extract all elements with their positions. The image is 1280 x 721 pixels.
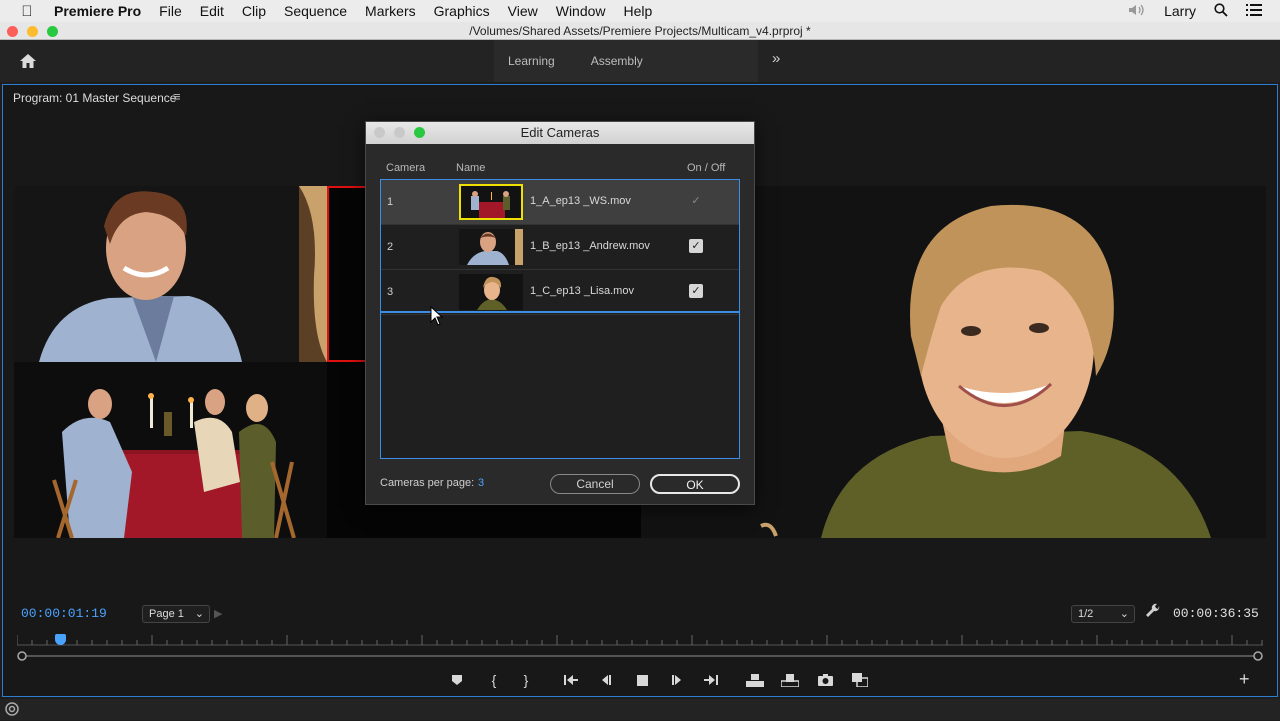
mouse-cursor: [430, 305, 444, 331]
mark-in-icon[interactable]: {: [482, 669, 506, 691]
workspace-tabs: Learning Assembly: [494, 40, 758, 82]
camera-enabled-checkbox[interactable]: ✓: [689, 239, 703, 253]
minimize-window-button[interactable]: [27, 26, 38, 37]
menu-app-name[interactable]: Premiere Pro: [54, 3, 141, 19]
camera-thumbnail: [459, 274, 523, 310]
window-title: /Volumes/Shared Assets/Premiere Projects…: [469, 24, 811, 38]
current-timecode[interactable]: 00:00:01:19: [21, 606, 107, 621]
resolution-select[interactable]: 1/2 ⌄: [1071, 605, 1135, 623]
camera-row[interactable]: 2 1_B_ep13 _Andrew.mov ✓: [381, 225, 739, 270]
menu-window[interactable]: Window: [556, 3, 606, 19]
column-header-name: Name: [456, 162, 486, 174]
camera-enabled-checkbox[interactable]: ✓: [689, 194, 703, 208]
camera-preview-wide[interactable]: [14, 362, 327, 538]
ok-button[interactable]: OK: [650, 474, 740, 494]
dialog-minimize-button[interactable]: [394, 127, 405, 138]
dialog-close-button[interactable]: [374, 127, 385, 138]
camera-thumbnail: [459, 184, 523, 220]
status-bar: [0, 699, 1280, 720]
panel-title: Program: 01 Master Sequence: [13, 91, 177, 105]
close-window-button[interactable]: [7, 26, 18, 37]
playhead[interactable]: [55, 634, 66, 645]
camera-enabled-checkbox[interactable]: ✓: [689, 284, 703, 298]
home-icon[interactable]: [18, 51, 38, 71]
dialog-zoom-button[interactable]: [414, 127, 425, 138]
wrench-icon[interactable]: [1145, 603, 1161, 623]
marker-icon[interactable]: [445, 669, 469, 691]
menu-icon[interactable]: ≡: [173, 89, 181, 104]
menu-edit[interactable]: Edit: [200, 3, 224, 19]
stop-icon[interactable]: [630, 669, 654, 691]
list-icon[interactable]: [1246, 3, 1262, 19]
volume-icon[interactable]: [1128, 3, 1146, 20]
step-back-icon[interactable]: [594, 669, 618, 691]
apple-icon[interactable]: : [0, 3, 54, 20]
user-name[interactable]: Larry: [1164, 3, 1196, 19]
step-forward-icon[interactable]: [665, 669, 689, 691]
camera-row[interactable]: 1 1_A_ep13 _WS.mov ✓: [381, 180, 739, 225]
cameras-per-page-value[interactable]: 3: [478, 477, 484, 489]
chevron-double-right-icon[interactable]: »: [772, 50, 780, 67]
camera-icon[interactable]: [813, 669, 837, 691]
transport-controls: { }: [3, 669, 1279, 691]
column-header-camera: Camera: [386, 162, 426, 174]
camera-number: 2: [387, 241, 394, 253]
page-forward-icon[interactable]: ▶: [214, 607, 222, 620]
add-icon[interactable]: +: [1239, 669, 1250, 690]
zoom-window-button[interactable]: [47, 26, 58, 37]
insert-icon[interactable]: [743, 669, 767, 691]
cameras-per-page-label: Cameras per page:: [380, 477, 475, 489]
column-header-on-off: On / Off: [687, 162, 726, 174]
chevron-down-icon: ⌄: [194, 608, 204, 620]
camera-number: 1: [387, 196, 394, 208]
camera-number: 3: [387, 286, 394, 298]
menu-help[interactable]: Help: [624, 3, 653, 19]
camera-clip-name: 1_A_ep13 _WS.mov: [530, 195, 631, 207]
menu-bar:  Premiere Pro File Edit Clip Sequence M…: [0, 0, 1280, 22]
menu-graphics[interactable]: Graphics: [434, 3, 490, 19]
camera-clip-name: 1_C_ep13 _Lisa.mov: [530, 285, 634, 297]
camera-clip-name: 1_B_ep13 _Andrew.mov: [530, 240, 650, 252]
dialog-title: Edit Cameras: [520, 125, 600, 140]
overwrite-icon[interactable]: [778, 669, 802, 691]
menu-sequence[interactable]: Sequence: [284, 3, 347, 19]
zoom-scroll-bar[interactable]: [17, 651, 1263, 661]
go-to-out-icon[interactable]: [699, 669, 723, 691]
search-icon[interactable]: [1214, 2, 1228, 20]
dialog-title-bar[interactable]: Edit Cameras: [366, 122, 754, 144]
multicam-icon[interactable]: [848, 669, 872, 691]
edit-cameras-dialog: Edit Cameras Camera Name On / Off 1 1_A_…: [365, 121, 755, 505]
tab-assembly[interactable]: Assembly: [591, 54, 643, 68]
window-title-bar: /Volumes/Shared Assets/Premiere Projects…: [0, 22, 1280, 40]
page-select[interactable]: Page 1 ⌄: [142, 605, 210, 623]
camera-preview-andrew[interactable]: [14, 186, 327, 362]
menu-markers[interactable]: Markers: [365, 3, 416, 19]
go-to-in-icon[interactable]: [559, 669, 583, 691]
time-ruler[interactable]: [17, 634, 1263, 646]
cancel-button[interactable]: Cancel: [550, 474, 640, 494]
mark-out-icon[interactable]: }: [514, 669, 538, 691]
menu-file[interactable]: File: [159, 3, 182, 19]
creative-cloud-icon[interactable]: [4, 702, 20, 721]
menu-view[interactable]: View: [508, 3, 538, 19]
chevron-down-icon: ⌄: [1119, 608, 1129, 620]
menu-clip[interactable]: Clip: [242, 3, 266, 19]
camera-thumbnail: [459, 229, 523, 265]
duration-timecode: 00:00:36:35: [1173, 606, 1259, 621]
resolution-select-value: 1/2: [1078, 608, 1094, 620]
page-select-value: Page 1: [149, 608, 184, 620]
tab-learning[interactable]: Learning: [508, 54, 555, 68]
